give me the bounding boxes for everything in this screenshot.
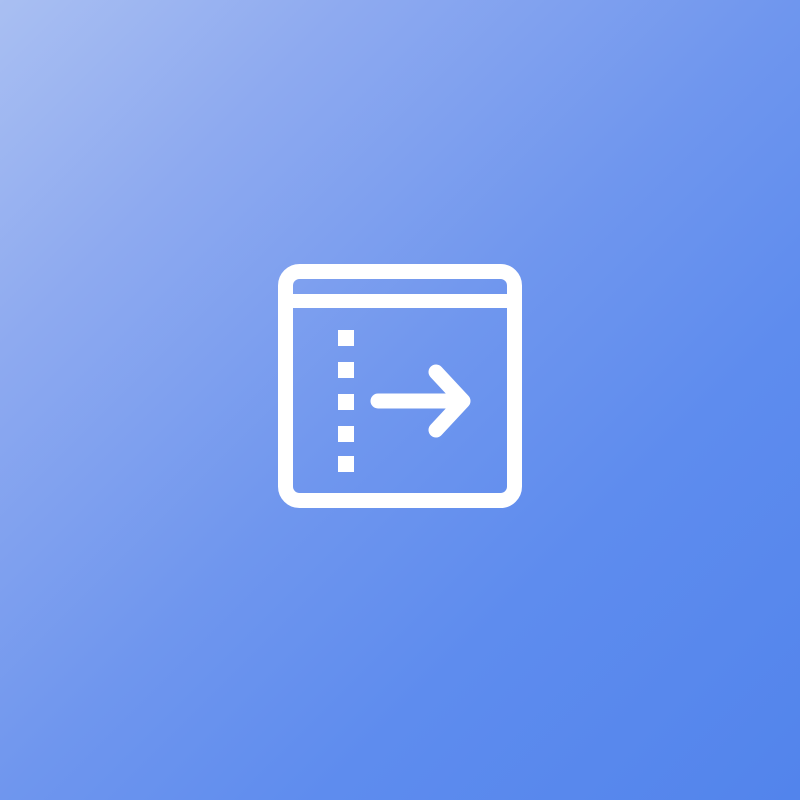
guide-dot xyxy=(338,362,354,378)
right-arrow xyxy=(370,364,471,438)
guide-dot xyxy=(338,426,354,442)
guide-dot xyxy=(338,330,354,346)
indent-right-icon xyxy=(278,264,522,508)
icon-tile xyxy=(0,0,800,800)
guide-dot xyxy=(338,394,354,410)
title-bar-divider xyxy=(286,294,514,308)
guide-dot xyxy=(338,456,354,472)
